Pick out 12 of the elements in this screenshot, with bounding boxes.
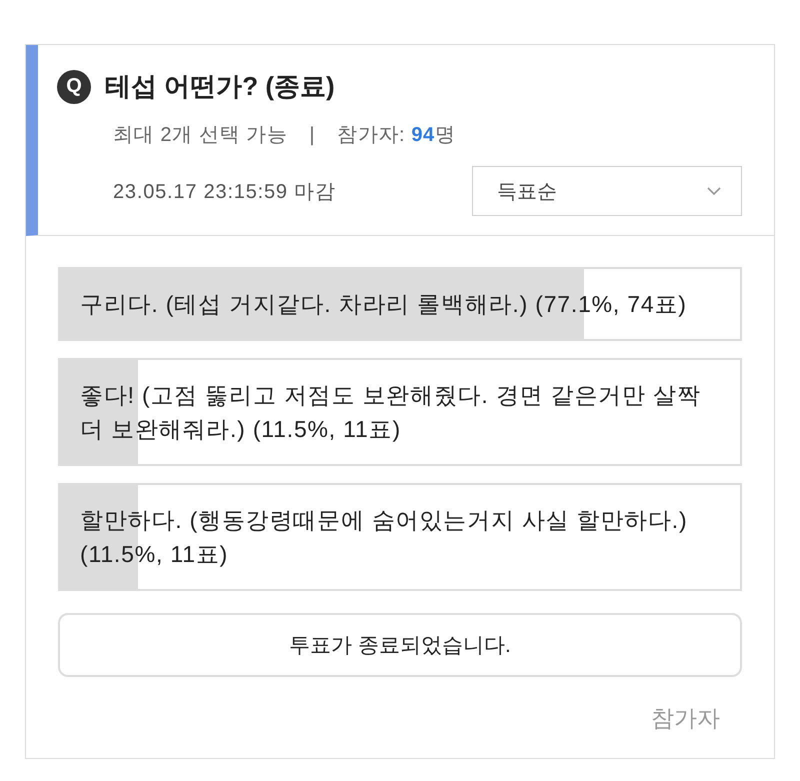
participants-count-text: 참가자: 94명 xyxy=(337,123,456,148)
deadline-text: 23.05.17 23:15:59 마감 xyxy=(113,180,336,204)
selection-limit-text: 최대 2개 선택 가능 xyxy=(113,123,288,148)
option-text: 구리다. (테섭 거지같다. 차라리 롤백해라.) (77.1%, 74표) xyxy=(80,290,688,319)
option-text: 할만하다. (행동강령때문에 숨어있는거지 사실 할만하다.) (11.5%, 11표) xyxy=(80,506,688,569)
option-text: 좋다! (고점 뚫리고 저점도 보완해줬다. 경면 같은거만 살짝 더 보완해줘라.) (11.5%, 11표) xyxy=(80,381,702,444)
poll-closed-button[interactable]: 투표가 종료되었습니다. xyxy=(58,613,742,677)
sort-dropdown[interactable]: 득표순 xyxy=(472,166,742,216)
question-badge: Q xyxy=(57,70,91,104)
poll-title: 테섭 어떤가? (종료) xyxy=(105,70,335,103)
chevron-down-icon xyxy=(707,186,721,196)
separator-text: | xyxy=(309,123,316,148)
